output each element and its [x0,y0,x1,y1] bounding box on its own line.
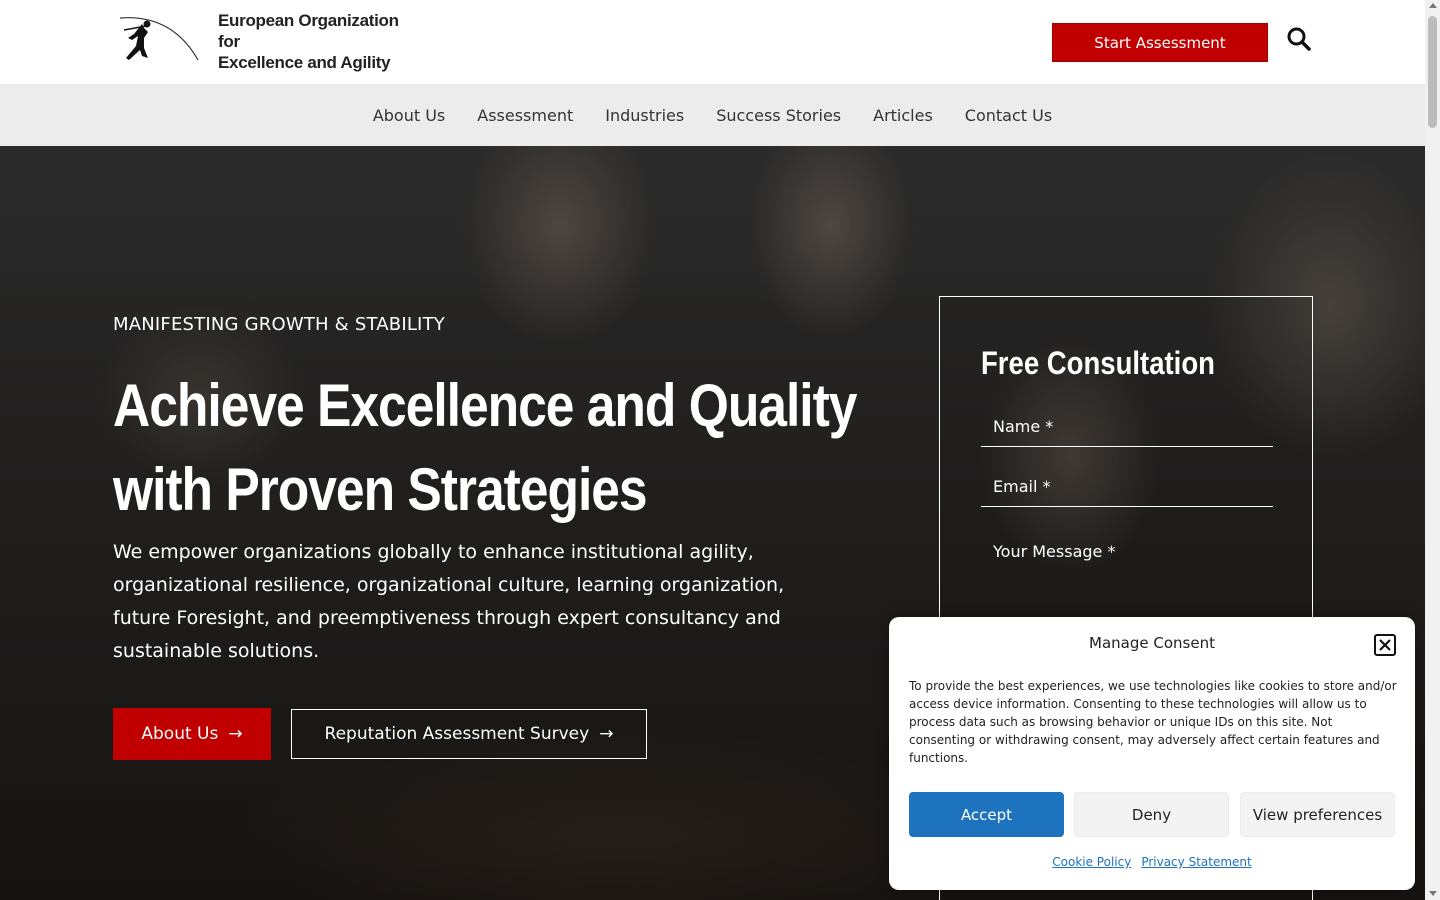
hero-description: We empower organizations globally to enh… [113,541,785,662]
hero-kicker: MANIFESTING GROWTH & STABILITY [113,314,445,335]
about-us-button-label: About Us [141,724,219,744]
consent-dialog: Manage Consent To provide the best exper… [889,617,1415,890]
pole-vaulter-icon [119,17,199,61]
privacy-statement-link[interactable]: Privacy Statement [1141,855,1251,869]
reputation-survey-button[interactable]: Reputation Assessment Survey → [291,709,647,759]
hero-title: Achieve Excellence and Quality with Prov… [113,372,857,523]
page-scrollbar[interactable] [1425,0,1440,900]
nav-item-industries[interactable]: Industries [589,106,700,125]
site-name-line2: Excellence and Agility [218,52,391,72]
site-logo[interactable]: European Organization for Excellence and… [114,11,404,72]
nav-item-contact-us[interactable]: Contact Us [949,106,1068,125]
name-field[interactable]: Name * [981,407,1273,447]
close-icon[interactable] [1374,634,1396,656]
scrollbar-thumb[interactable] [1428,16,1437,128]
consent-text: To provide the best experiences, we use … [909,679,1397,765]
site-header: European Organization for Excellence and… [0,0,1425,84]
consultation-form-title: Free Consultation [981,345,1215,381]
accept-button[interactable]: Accept [909,792,1064,837]
site-name-line1: European Organization for [218,10,399,51]
view-preferences-button[interactable]: View preferences [1240,792,1395,837]
nav-item-assessment[interactable]: Assessment [461,106,589,125]
consent-title: Manage Consent [1089,634,1215,652]
nav-item-about-us[interactable]: About Us [357,106,461,125]
site-name: European Organization for Excellence and… [218,10,404,73]
email-field[interactable]: Email * [981,467,1273,507]
reputation-survey-button-label: Reputation Assessment Survey [324,724,590,744]
arrow-right-icon: → [228,724,243,744]
arrow-right-icon: → [599,724,614,744]
cookie-policy-link[interactable]: Cookie Policy [1052,855,1131,869]
deny-button[interactable]: Deny [1074,792,1229,837]
start-assessment-button[interactable]: Start Assessment [1052,23,1268,62]
nav-item-articles[interactable]: Articles [857,106,949,125]
scroll-up-icon[interactable] [1429,3,1437,8]
search-icon[interactable] [1286,26,1312,52]
message-field[interactable]: Your Message * [981,531,1273,571]
nav-item-success-stories[interactable]: Success Stories [700,106,857,125]
main-nav: About Us Assessment Industries Success S… [0,84,1425,146]
scroll-down-icon[interactable] [1429,891,1437,896]
about-us-button[interactable]: About Us → [113,708,271,760]
consent-links: Cookie Policy Privacy Statement [889,855,1415,869]
